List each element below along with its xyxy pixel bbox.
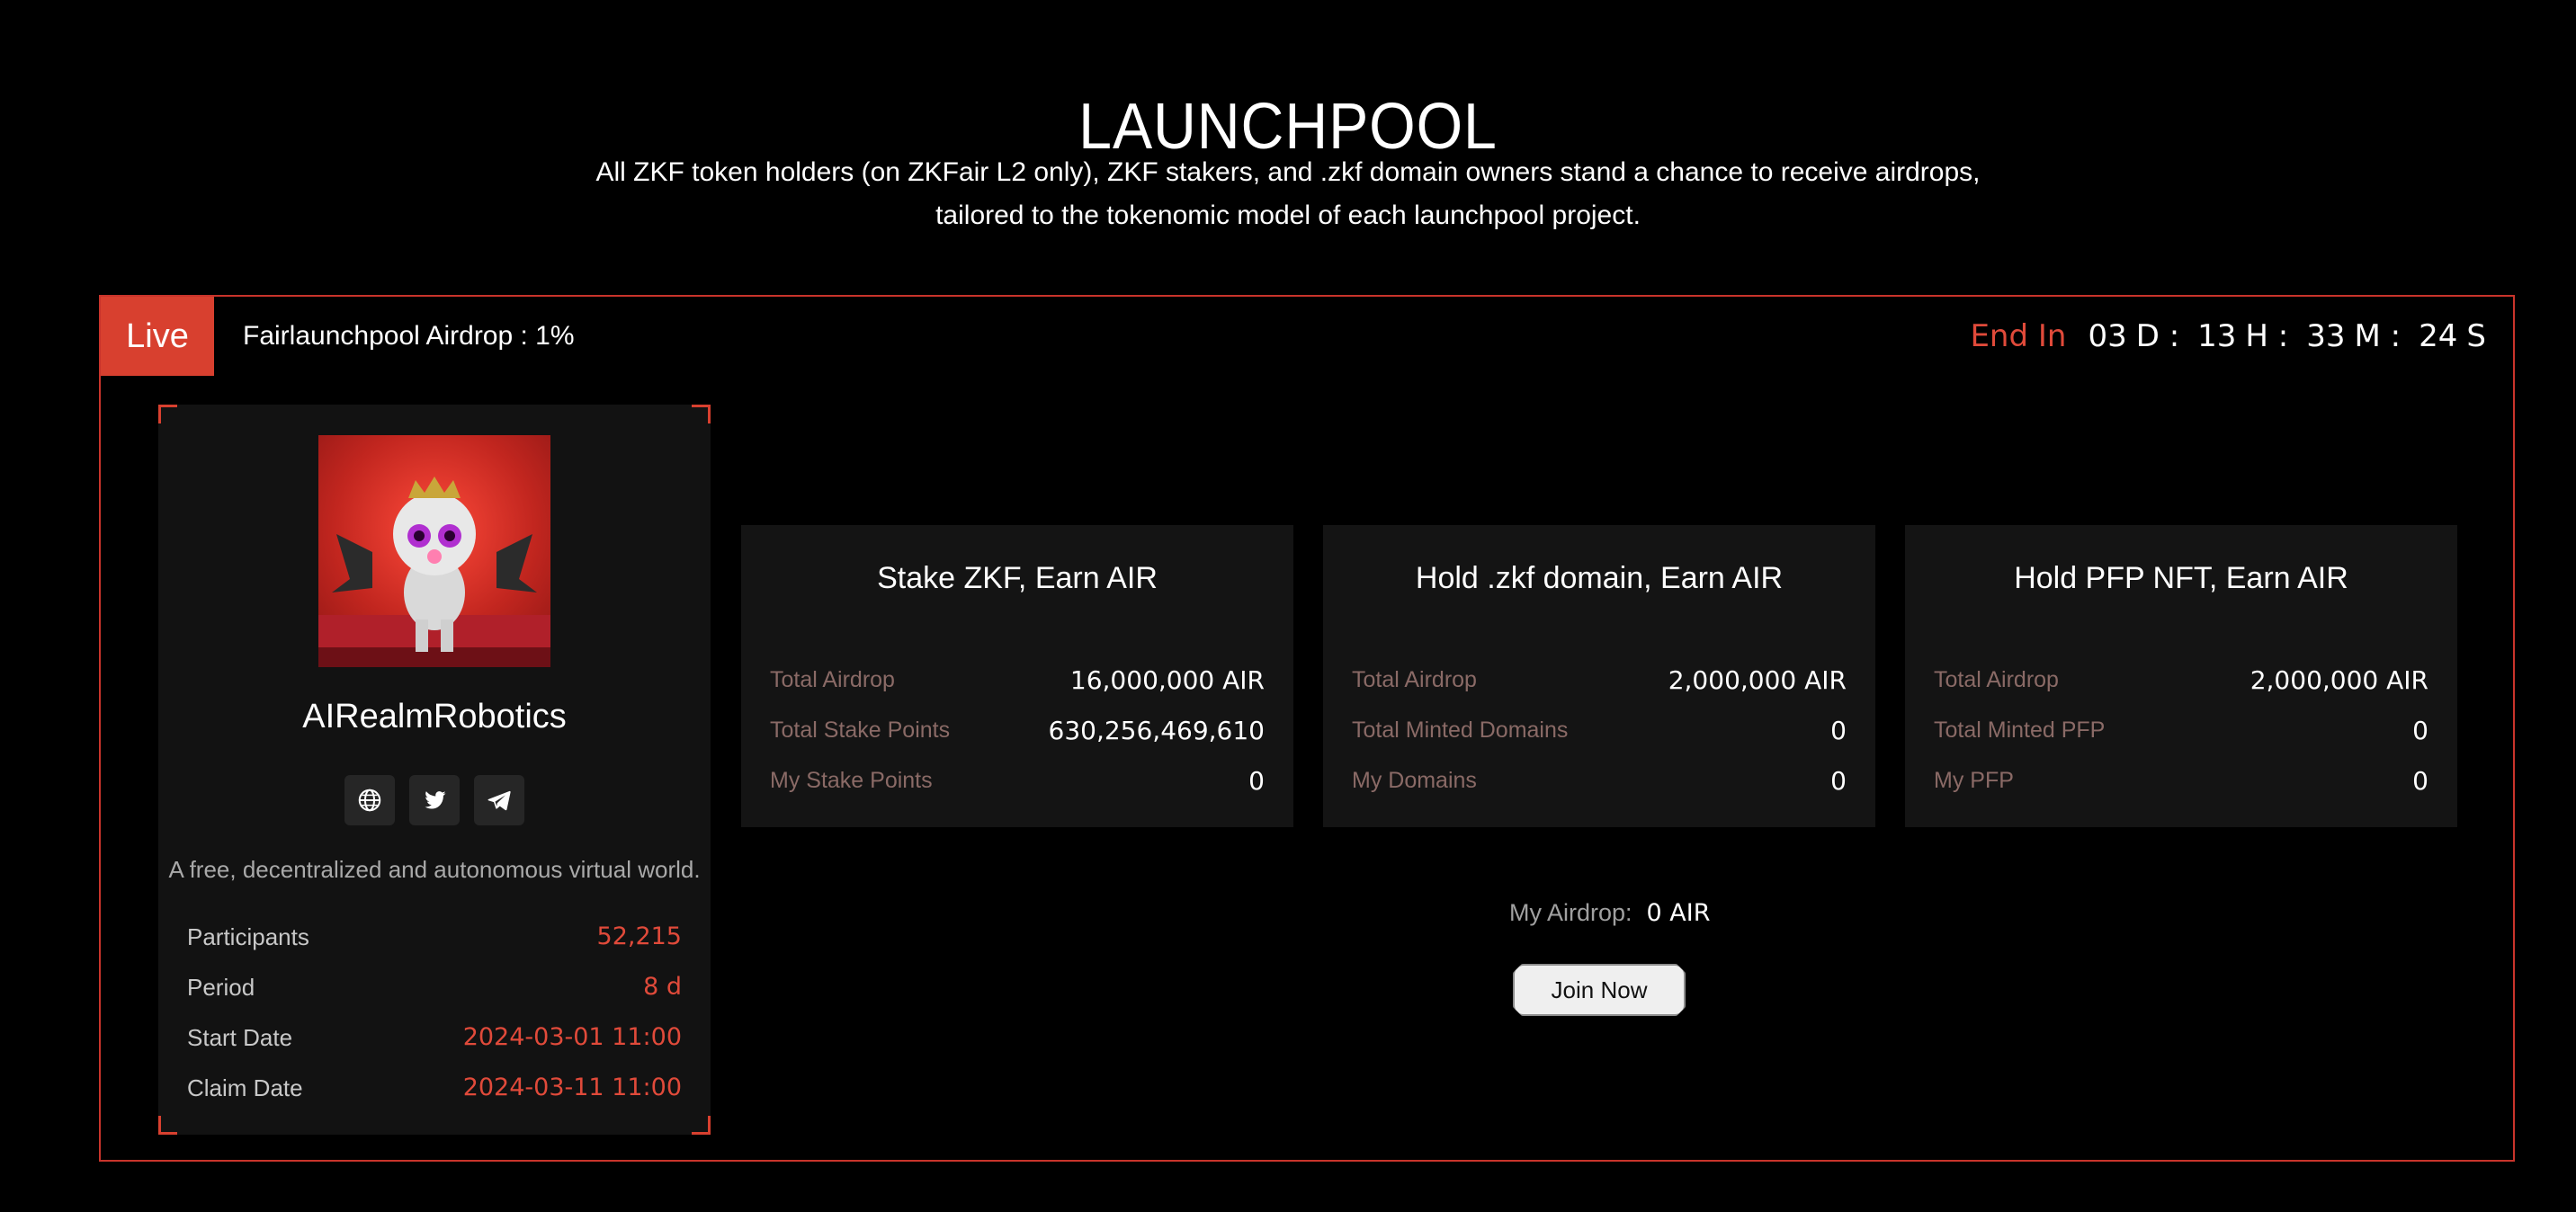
twitter-icon	[425, 791, 446, 809]
countdown-days-unit: D :	[2135, 318, 2180, 354]
corner-bracket	[158, 405, 177, 423]
subtitle-line-2: tailored to the tokenomic model of each …	[935, 201, 1641, 230]
reward-label: Total Airdrop	[1352, 666, 1477, 692]
corner-bracket	[692, 1116, 711, 1135]
my-airdrop-label: My Airdrop:	[1509, 899, 1632, 926]
telegram-icon	[487, 790, 511, 811]
info-row-start-date: Start Date 2024-03-01 11:00	[187, 1020, 682, 1056]
reward-title: Hold PFP NFT, Earn AIR	[2014, 561, 2348, 595]
reward-label: My Domains	[1352, 767, 1477, 793]
reward-row: Total Airdrop 16,000,000 AIR	[770, 662, 1265, 698]
countdown-timer: End In 03 D : 13 H : 33 M : 24 S	[1970, 315, 2486, 358]
reward-label: Total Airdrop	[770, 666, 895, 692]
robot-mascot-icon	[318, 477, 550, 667]
info-label: Start Date	[187, 1024, 293, 1051]
airdrop-percentage: Fairlaunchpool Airdrop : 1%	[243, 321, 575, 351]
reward-value: 0	[1248, 765, 1265, 796]
my-airdrop-value: 0 AIR	[1646, 899, 1711, 927]
info-value: 8 d	[643, 973, 682, 1001]
reward-row: Total Minted PFP 0	[1934, 712, 2428, 748]
website-link[interactable]	[344, 775, 395, 825]
reward-label: Total Airdrop	[1934, 666, 2059, 692]
reward-label: Total Minted PFP	[1934, 717, 2106, 743]
countdown-label: End In	[1970, 318, 2067, 354]
reward-card-hold-pfp: Hold PFP NFT, Earn AIR Total Airdrop 2,0…	[1905, 525, 2457, 827]
reward-value: 0	[2412, 715, 2428, 745]
info-row-claim-date: Claim Date 2024-03-11 11:00	[187, 1070, 682, 1106]
twitter-link[interactable]	[409, 775, 460, 825]
reward-title: Hold .zkf domain, Earn AIR	[1415, 561, 1784, 595]
reward-value: 0	[2412, 765, 2428, 796]
info-label: Participants	[187, 923, 309, 950]
reward-value: 2,000,000 AIR	[1668, 664, 1847, 695]
telegram-link[interactable]	[474, 775, 524, 825]
social-links	[344, 775, 524, 825]
countdown-seconds-unit: S	[2466, 318, 2486, 354]
corner-bracket	[692, 405, 711, 423]
project-description: A free, decentralized and autonomous vir…	[168, 856, 701, 883]
info-row-participants: Participants 52,215	[187, 919, 682, 955]
countdown-hours-unit: H :	[2245, 318, 2289, 354]
reward-row: My Domains 0	[1352, 762, 1847, 798]
corner-bracket	[158, 1116, 177, 1135]
subtitle-line-1: All ZKF token holders (on ZKFair L2 only…	[595, 157, 1981, 187]
reward-row: Total Minted Domains 0	[1352, 712, 1847, 748]
reward-card-stake-zkf: Stake ZKF, Earn AIR Total Airdrop 16,000…	[741, 525, 1293, 827]
project-avatar	[318, 435, 550, 667]
reward-label: My PFP	[1934, 767, 2014, 793]
reward-row: Total Airdrop 2,000,000 AIR	[1352, 662, 1847, 698]
reward-value: 0	[1830, 715, 1847, 745]
project-name: AIRealmRobotics	[302, 698, 567, 735]
page-subtitle: All ZKF token holders (on ZKFair L2 only…	[540, 151, 2036, 237]
reward-card-hold-domain: Hold .zkf domain, Earn AIR Total Airdrop…	[1323, 525, 1875, 827]
countdown-minutes-unit: M :	[2354, 318, 2402, 354]
reward-label: Total Stake Points	[770, 717, 951, 743]
reward-title: Stake ZKF, Earn AIR	[877, 561, 1158, 595]
info-value: 52,215	[596, 922, 682, 950]
reward-row: My PFP 0	[1934, 762, 2428, 798]
countdown-seconds: 24	[2419, 318, 2458, 354]
info-value: 2024-03-01 11:00	[462, 1023, 682, 1051]
countdown-days: 03	[2088, 318, 2127, 354]
reward-row: Total Stake Points 630,256,469,610	[770, 712, 1265, 748]
countdown-minutes: 33	[2306, 318, 2346, 354]
project-card: AIRealmRobotics A free, decentralized an…	[158, 405, 711, 1135]
reward-value: 0	[1830, 765, 1847, 796]
my-airdrop: My Airdrop: 0 AIR	[1509, 899, 1711, 927]
info-value: 2024-03-11 11:00	[462, 1074, 682, 1101]
join-now-button[interactable]: Join Now	[1513, 964, 1686, 1016]
reward-label: My Stake Points	[770, 767, 933, 793]
live-status-badge: Live	[101, 297, 214, 376]
reward-row: My Stake Points 0	[770, 762, 1265, 798]
countdown-hours: 13	[2197, 318, 2237, 354]
info-label: Period	[187, 974, 255, 1001]
reward-value: 16,000,000 AIR	[1069, 664, 1265, 695]
reward-value: 2,000,000 AIR	[2250, 664, 2428, 695]
info-label: Claim Date	[187, 1074, 303, 1101]
info-row-period: Period 8 d	[187, 969, 682, 1005]
reward-label: Total Minted Domains	[1352, 717, 1569, 743]
globe-icon	[358, 789, 381, 812]
reward-row: Total Airdrop 2,000,000 AIR	[1934, 662, 2428, 698]
reward-value: 630,256,469,610	[1048, 715, 1265, 745]
